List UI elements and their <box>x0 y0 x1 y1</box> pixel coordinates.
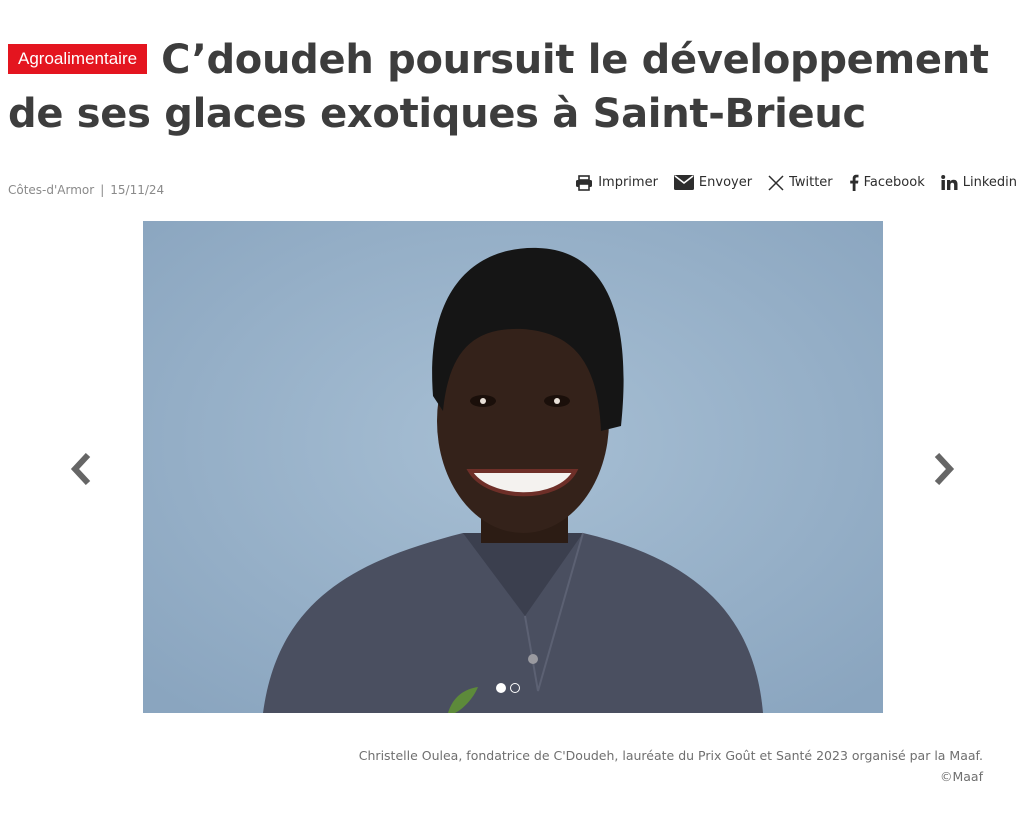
chevron-right-icon <box>934 453 955 485</box>
gallery-dot-2[interactable] <box>510 683 520 693</box>
photo-gallery[interactable] <box>143 221 883 713</box>
gallery-next-button[interactable] <box>928 452 958 486</box>
envelope-icon <box>673 175 694 190</box>
article-location[interactable]: Côtes-d'Armor <box>8 183 94 197</box>
email-button[interactable]: Envoyer <box>673 175 753 190</box>
email-label: Envoyer <box>698 175 753 190</box>
meta-separator: | <box>100 183 105 197</box>
article-title: C’doudeh poursuit le développement de se… <box>8 36 989 137</box>
gallery-photo <box>143 221 883 713</box>
gallery-pagination <box>496 683 524 693</box>
gallery-prev-button[interactable] <box>67 452 97 486</box>
caption-text: Christelle Oulea, fondatrice de C'Doudeh… <box>358 748 983 763</box>
article-meta: Côtes-d'Armor | 15/11/24 <box>8 183 164 197</box>
twitter-label: Twitter <box>789 175 833 190</box>
print-icon <box>575 174 593 191</box>
twitter-button[interactable]: Twitter <box>768 174 833 191</box>
photo-caption: Christelle Oulea, fondatrice de C'Doudeh… <box>223 745 983 787</box>
linkedin-label: Linkedin <box>962 175 1017 190</box>
chevron-left-icon <box>70 453 91 485</box>
category-badge[interactable]: Agroalimentaire <box>8 43 148 74</box>
article-headline: Agroalimentaire C’doudeh poursuit le déve… <box>8 33 1008 141</box>
share-bar: Imprimer Envoyer Twitter Facebook Linked… <box>559 174 1017 191</box>
facebook-button[interactable]: Facebook <box>849 174 925 191</box>
linkedin-icon <box>940 175 958 190</box>
caption-credit: ©Maaf <box>939 769 983 784</box>
article-date: 15/11/24 <box>110 183 165 197</box>
facebook-label: Facebook <box>863 175 925 190</box>
gallery-dot-1[interactable] <box>496 683 506 693</box>
print-label: Imprimer <box>598 175 658 190</box>
facebook-icon <box>849 174 859 191</box>
print-button[interactable]: Imprimer <box>575 174 658 191</box>
linkedin-button[interactable]: Linkedin <box>940 175 1017 190</box>
x-twitter-icon <box>768 174 784 191</box>
